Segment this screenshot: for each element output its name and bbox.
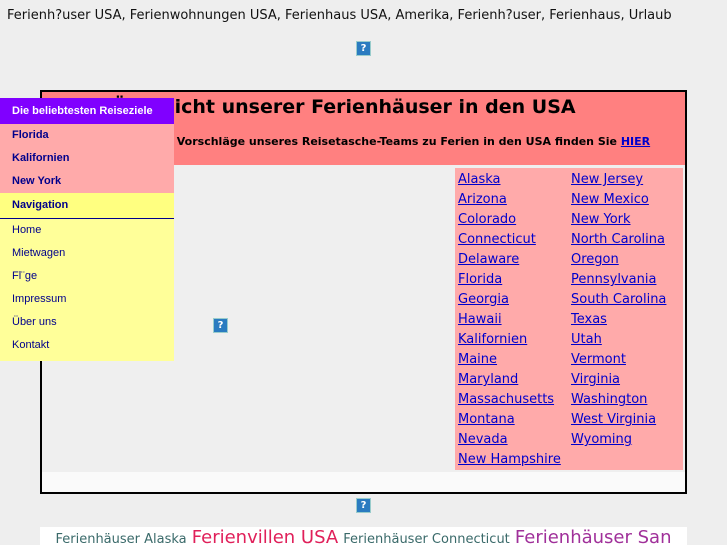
broken-image-icon: ? <box>356 498 371 513</box>
navigation-list: Home Mietwagen Fl¨ge Impressum Über uns Konta… <box>0 219 174 361</box>
sidebar-item-nav[interactable]: Mietwagen <box>0 242 174 265</box>
broken-image-icon: ? <box>356 41 371 56</box>
state-link[interactable]: Nevada <box>458 430 561 450</box>
state-link[interactable]: Alaska <box>458 170 561 190</box>
state-link[interactable]: South Carolina <box>571 290 666 310</box>
tag-link[interactable]: Ferienhäuser Alaska <box>55 532 186 545</box>
state-link[interactable]: Wyoming <box>571 430 666 450</box>
state-link[interactable]: Hawaii <box>458 310 561 330</box>
state-link[interactable]: Delaware <box>458 250 561 270</box>
state-link[interactable]: New Mexico <box>571 190 666 210</box>
navigation-header: Navigation <box>0 193 174 219</box>
state-link[interactable]: New York <box>571 210 666 230</box>
state-link[interactable]: Montana <box>458 410 561 430</box>
box-footer <box>42 472 685 492</box>
state-link[interactable]: Virginia <box>571 370 666 390</box>
state-link[interactable]: Vermont <box>571 350 666 370</box>
sidebar-item-popular[interactable]: Kalifornien <box>0 147 174 170</box>
state-link[interactable]: Kalifornien <box>458 330 561 350</box>
tag-link[interactable]: Ferienhäuser San <box>515 527 672 545</box>
state-link[interactable]: Colorado <box>458 210 561 230</box>
sidebar: Die beliebtesten Reiseziele Florida Kalif… <box>0 98 174 361</box>
state-link[interactable]: Georgia <box>458 290 561 310</box>
popular-header: Die beliebtesten Reiseziele <box>0 98 174 124</box>
tag-link[interactable]: Ferienhäuser Connecticut <box>343 532 510 545</box>
sidebar-item-popular[interactable]: Florida <box>0 124 174 147</box>
subtitle-text: Tipps und Vorschläge unseres Reisetasche… <box>112 135 617 148</box>
state-link[interactable]: West Virginia <box>571 410 666 430</box>
state-link[interactable]: Maine <box>458 350 561 370</box>
state-link[interactable]: Connecticut <box>458 230 561 250</box>
sidebar-item-popular[interactable]: New York <box>0 170 174 193</box>
state-link[interactable]: Maryland <box>458 370 561 390</box>
state-link[interactable]: Utah <box>571 330 666 350</box>
states-column-left: Alaska Arizona Colorado Connecticut Delaware… <box>458 170 561 470</box>
tag-link[interactable]: Ferienvillen USA <box>192 527 338 545</box>
state-link[interactable]: Texas <box>571 310 666 330</box>
hier-link[interactable]: HIER <box>621 135 650 148</box>
state-link[interactable]: Florida <box>458 270 561 290</box>
sidebar-item-nav[interactable]: Impressum <box>0 288 174 311</box>
state-link[interactable]: Oregon <box>571 250 666 270</box>
sidebar-item-nav[interactable]: Über uns <box>0 311 174 334</box>
state-link[interactable]: Pennsylvania <box>571 270 666 290</box>
state-link[interactable]: Arizona <box>458 190 561 210</box>
state-link[interactable]: New Jersey <box>571 170 666 190</box>
state-link[interactable]: North Carolina <box>571 230 666 250</box>
tag-cloud: Ferienhäuser Alaska Ferienvillen USA Fer… <box>40 527 687 545</box>
state-link[interactable]: Massachusetts <box>458 390 561 410</box>
states-list: Alaska Arizona Colorado Connecticut Delaware… <box>455 168 683 470</box>
broken-image-icon: ? <box>213 318 228 333</box>
popular-list: Florida Kalifornien New York <box>0 124 174 193</box>
subtitle: Tipps und Vorschläge unseres Reisetasche… <box>112 135 650 148</box>
sidebar-item-nav[interactable]: Fl¨ge <box>0 265 174 288</box>
state-link[interactable]: Washington <box>571 390 666 410</box>
sidebar-item-nav[interactable]: Kontakt <box>0 334 174 357</box>
states-column-right: New Jersey New Mexico New York North Caroli… <box>571 170 666 450</box>
page-heading-line: Ferienh?user USA, Ferienwohnungen USA, F… <box>7 8 672 23</box>
sidebar-item-nav[interactable]: Home <box>0 219 174 242</box>
page-title: Übersicht unserer Ferienhäuser in den US… <box>112 96 576 118</box>
state-link[interactable]: New Hampshire <box>458 450 561 470</box>
